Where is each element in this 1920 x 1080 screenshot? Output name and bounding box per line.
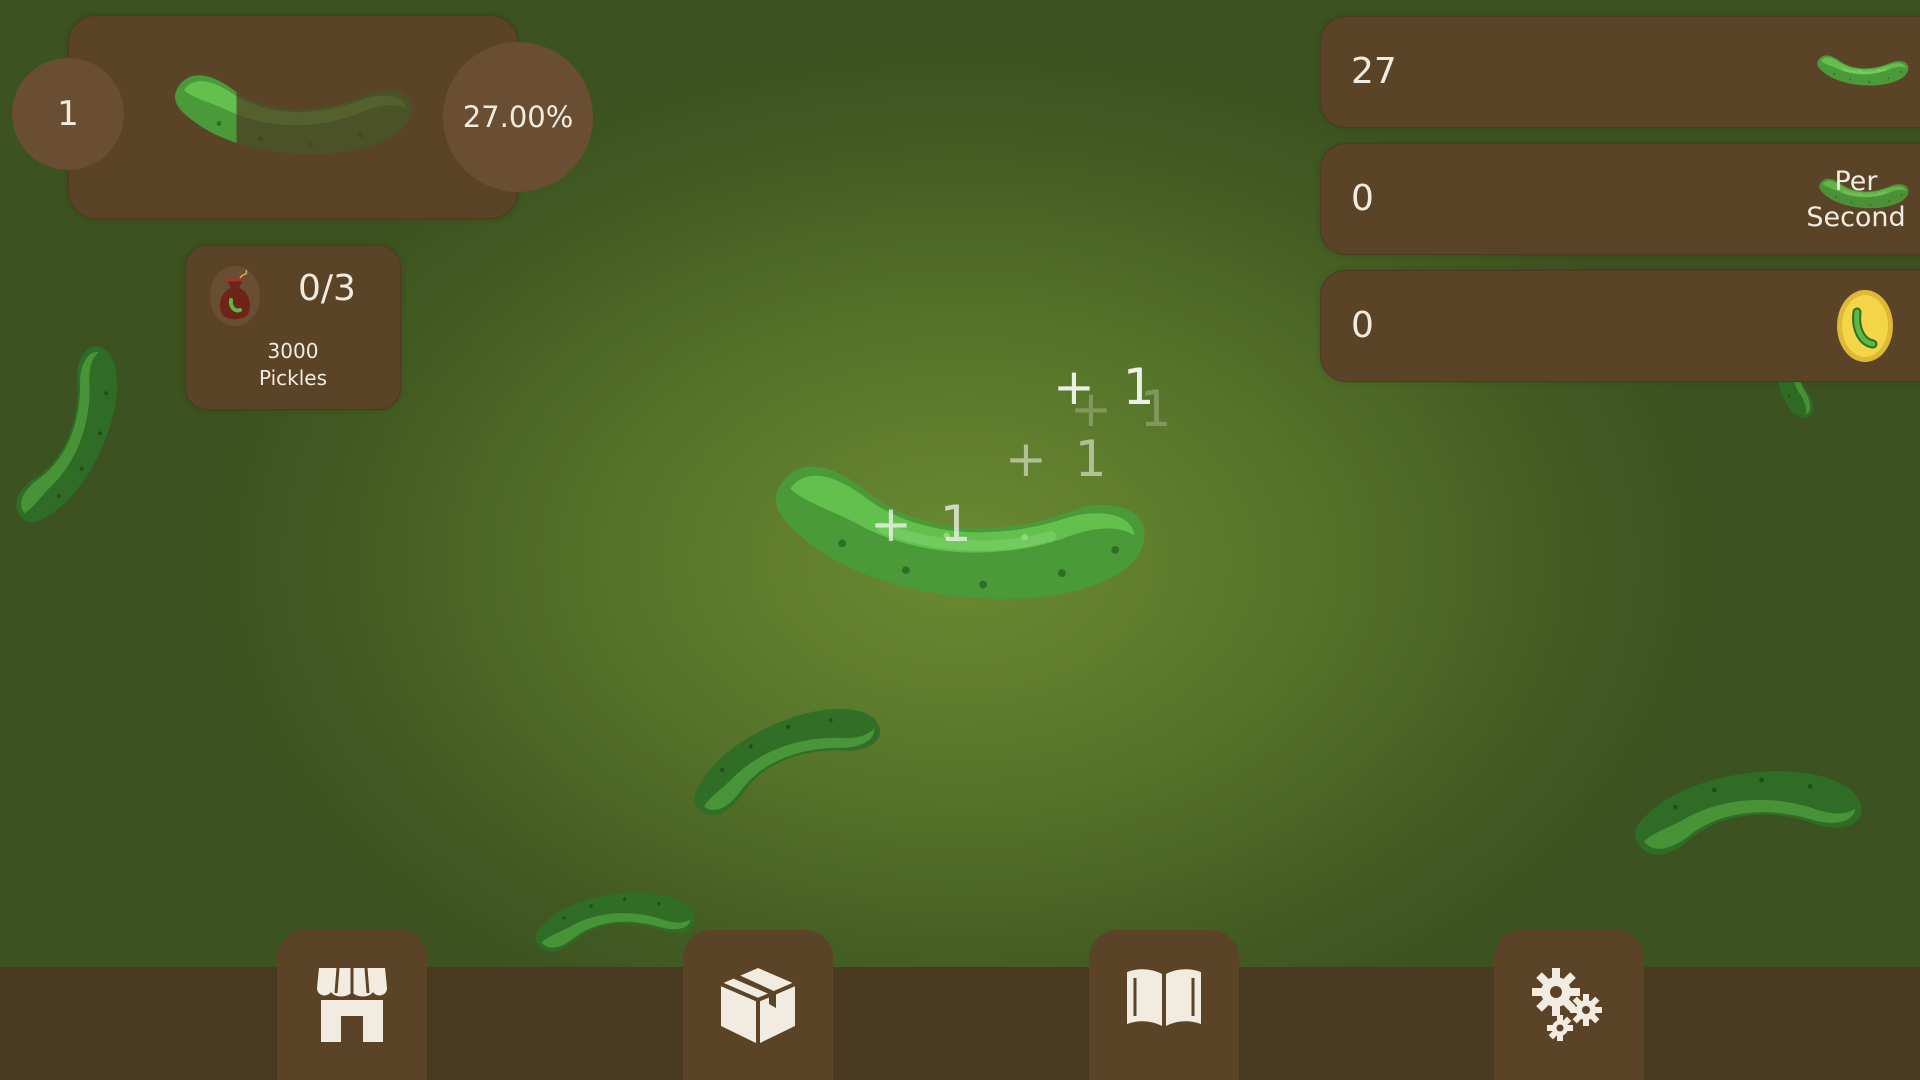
coins-value: 0	[1351, 305, 1374, 346]
pickle-coin-icon	[1837, 290, 1893, 362]
settings-button[interactable]	[1494, 930, 1644, 1080]
floating-gain: + 1	[1070, 380, 1178, 438]
storefront-icon	[317, 967, 387, 1042]
level-progress-percent: 27.00%	[443, 42, 593, 192]
gears-icon	[1532, 968, 1602, 1041]
falling-pickle	[1, 330, 138, 543]
total-pickles-panel: 27	[1320, 16, 1920, 128]
inventory-button[interactable]	[683, 930, 833, 1080]
goal-amount: 3000	[267, 339, 319, 363]
per-second-label: Per Second	[1806, 166, 1906, 233]
level-number: 1	[12, 58, 124, 170]
floating-gain: + 1	[870, 495, 978, 553]
pickles-per-second-panel: 0 Per Second	[1320, 143, 1920, 255]
pickle-icon	[1815, 47, 1911, 91]
book-button[interactable]	[1089, 930, 1239, 1080]
pickle-bag-icon	[210, 266, 260, 326]
total-pickles-value: 27	[1351, 51, 1397, 92]
game-stage: + 1 + 1 + 1 + 1 1 27.00% 0/3 3000 Pickle…	[0, 0, 1920, 1080]
falling-pickle	[1625, 762, 1871, 867]
goal-unit: Pickles	[258, 366, 328, 390]
pickles-per-second-value: 0	[1351, 178, 1374, 219]
goal-panel[interactable]: 0/3 3000 Pickles	[185, 245, 401, 410]
falling-pickle	[673, 686, 897, 830]
falling-pickle	[528, 886, 702, 960]
open-book-icon	[1127, 969, 1201, 1026]
floating-gain: + 1	[1005, 430, 1113, 488]
box-icon	[720, 968, 796, 1044]
goal-progress: 0/3	[298, 268, 356, 309]
coins-panel: 0	[1320, 270, 1920, 382]
shop-button[interactable]	[277, 930, 427, 1080]
level-progress-pickle	[169, 61, 419, 161]
